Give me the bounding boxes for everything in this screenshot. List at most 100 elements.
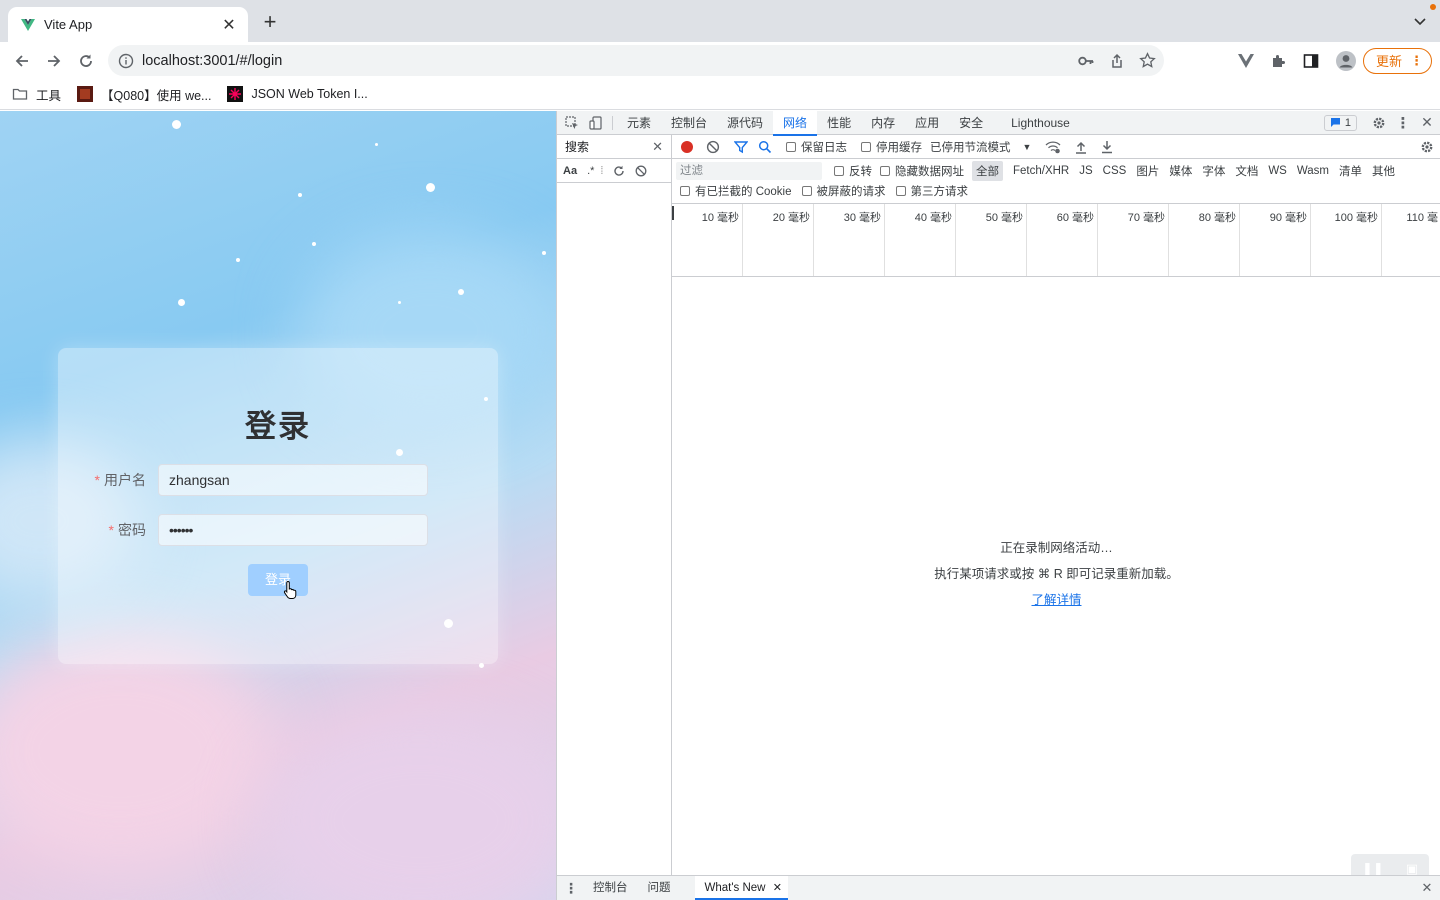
learn-more-link[interactable]: 了解详情 [1031, 593, 1081, 607]
blocked-requests-checkbox[interactable]: 被屏蔽的请求 [801, 183, 886, 199]
password-label: * 密码 [109, 514, 146, 546]
message-icon [1330, 118, 1340, 127]
type-filter-doc[interactable]: 文档 [1231, 161, 1262, 181]
hide-data-urls-checkbox[interactable]: 隐藏数据网址 [880, 163, 964, 179]
type-filter-font[interactable]: 字体 [1198, 161, 1229, 181]
timeline-tick: 90 毫秒 [1240, 204, 1311, 276]
snowflake [172, 120, 181, 129]
clear-icon[interactable] [635, 165, 647, 177]
throttling-select[interactable]: 已停用节流模式 ▼ [930, 139, 1031, 155]
filter-icon[interactable] [734, 140, 748, 154]
tab-title: Vite App [44, 17, 93, 32]
type-filter-all[interactable]: 全部 [972, 161, 1003, 181]
device-toolbar-icon[interactable] [584, 111, 608, 135]
snowflake [426, 183, 435, 192]
back-button[interactable] [8, 47, 36, 75]
type-filter-fetch-xhr[interactable]: Fetch/XHR [1009, 163, 1073, 179]
snowflake [375, 143, 378, 146]
bookmark-item[interactable]: JSON Web Token I... [227, 86, 368, 102]
info-icon[interactable] [118, 53, 134, 69]
password-input[interactable]: •••••• [158, 514, 428, 546]
network-conditions-icon[interactable] [1045, 140, 1061, 154]
drawer-tab-console[interactable]: 控制台 [583, 876, 638, 900]
address-bar[interactable]: localhost:3001/#/login [108, 45, 1164, 76]
devtools-drawer: ⋮ 控制台 问题 What's New ✕ ✕ [557, 875, 1440, 900]
drawer-tab-issues[interactable]: 问题 [638, 876, 681, 900]
browser-tab[interactable]: Vite App ✕ [8, 7, 248, 42]
invert-checkbox[interactable]: 反转 [834, 163, 872, 179]
tab-elements[interactable]: 元素 [617, 111, 661, 135]
type-filter-manifest[interactable]: 清单 [1335, 161, 1366, 181]
type-filter-img[interactable]: 图片 [1132, 161, 1163, 181]
tab-lighthouse[interactable]: Lighthouse [1001, 111, 1080, 135]
tab-memory[interactable]: 内存 [861, 111, 905, 135]
update-button[interactable]: 更新 ⋮ [1362, 47, 1432, 74]
profile-avatar-icon[interactable] [1335, 50, 1357, 72]
drawer-tab-whats-new[interactable]: What's New ✕ [694, 876, 789, 900]
login-button[interactable]: 登录 [248, 564, 308, 596]
third-party-checkbox[interactable]: 第三方请求 [895, 183, 968, 199]
forward-button[interactable] [40, 47, 68, 75]
type-filter-js[interactable]: JS [1075, 163, 1096, 179]
bookmark-folder[interactable]: 工具 [12, 85, 61, 104]
vue-devtools-extension-icon[interactable] [1237, 53, 1255, 69]
search-icon[interactable] [758, 140, 772, 154]
regex-toggle[interactable]: .* [587, 165, 594, 177]
type-filter-wasm[interactable]: Wasm [1293, 163, 1333, 179]
key-icon[interactable] [1077, 52, 1095, 70]
drawer-menu-icon[interactable]: ⋮ [559, 876, 583, 900]
type-filter-css[interactable]: CSS [1099, 163, 1131, 179]
bookmark-item[interactable]: 【Q080】使用 we... [77, 85, 211, 104]
issues-badge[interactable]: 1 [1323, 114, 1357, 131]
tab-close-icon[interactable]: ✕ [220, 15, 238, 35]
inspect-element-icon[interactable] [560, 111, 584, 135]
type-filter-media[interactable]: 媒体 [1165, 161, 1196, 181]
filter-input[interactable]: 过滤 [676, 162, 822, 180]
login-card: 登录 * 用户名 zhangsan * 密码 •••••• 登录 [58, 348, 498, 664]
tab-application[interactable]: 应用 [905, 111, 949, 135]
username-input[interactable]: zhangsan [158, 464, 428, 496]
page-viewport: 登录 * 用户名 zhangsan * 密码 •••••• 登录 [0, 111, 556, 900]
hide-data-urls-label: 隐藏数据网址 [895, 166, 964, 178]
match-case-toggle[interactable]: Aa [563, 165, 577, 177]
required-mark: * [94, 472, 100, 488]
network-panel: 保留日志 停用缓存 已停用节流模式 ▼ 过滤 反转 隐藏数据网址 全部 Fetch… [672, 135, 1440, 875]
close-drawer-icon[interactable]: ✕ [1415, 876, 1439, 900]
reload-button[interactable] [72, 47, 100, 75]
new-tab-button[interactable]: + [258, 11, 282, 35]
refresh-icon[interactable] [613, 165, 625, 177]
more-options-icon[interactable]: ⋮ [1391, 111, 1415, 135]
timeline-tick: 60 毫秒 [1027, 204, 1098, 276]
toolbar-right: 更新 ⋮ [1237, 42, 1440, 79]
type-filter-ws[interactable]: WS [1264, 163, 1291, 179]
network-overview-timeline[interactable]: 10 毫秒 20 毫秒 30 毫秒 40 毫秒 50 毫秒 60 毫秒 70 毫… [672, 203, 1440, 277]
clear-log-icon[interactable] [706, 140, 720, 154]
drag-handle-icon[interactable]: ⁞ [600, 165, 603, 177]
tab-security[interactable]: 安全 [949, 111, 993, 135]
settings-gear-icon[interactable] [1367, 111, 1391, 135]
close-devtools-icon[interactable]: ✕ [1415, 111, 1439, 135]
tab-sources[interactable]: 源代码 [717, 111, 773, 135]
tab-performance[interactable]: 性能 [817, 111, 861, 135]
url-text[interactable]: localhost:3001/#/login [142, 53, 282, 69]
type-filter-other[interactable]: 其他 [1368, 161, 1399, 181]
import-har-icon[interactable] [1075, 140, 1087, 154]
chevron-down-icon[interactable] [1412, 13, 1428, 29]
record-icon[interactable] [680, 140, 694, 154]
side-panel-icon[interactable] [1303, 53, 1319, 69]
snowflake [542, 251, 546, 255]
star-icon[interactable] [1139, 52, 1156, 69]
close-tab-icon[interactable]: ✕ [773, 882, 782, 894]
blocked-cookies-checkbox[interactable]: 有已拦截的 Cookie [680, 183, 792, 199]
blocked-cookies-label: 有已拦截的 Cookie [695, 186, 792, 198]
share-icon[interactable] [1109, 53, 1125, 69]
network-settings-gear-icon[interactable] [1420, 140, 1434, 154]
preserve-log-checkbox[interactable]: 保留日志 [786, 139, 847, 155]
export-har-icon[interactable] [1101, 140, 1113, 154]
tab-network[interactable]: 网络 [773, 110, 818, 136]
disable-cache-checkbox[interactable]: 停用缓存 [861, 139, 922, 155]
close-search-icon[interactable]: ✕ [652, 139, 663, 155]
tab-console[interactable]: 控制台 [661, 111, 717, 135]
extensions-puzzle-icon[interactable] [1271, 53, 1287, 69]
preserve-log-label: 保留日志 [801, 141, 847, 154]
